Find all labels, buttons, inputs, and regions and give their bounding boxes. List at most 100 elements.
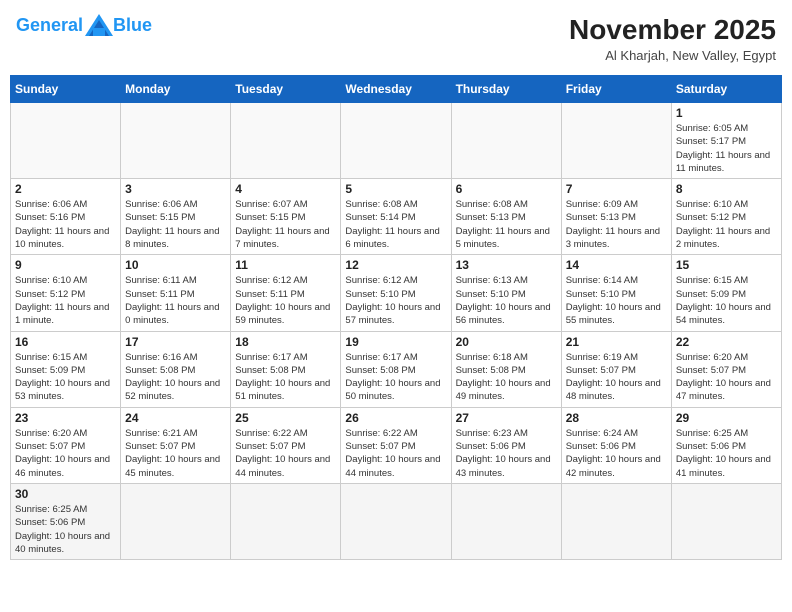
calendar-cell: 27Sunrise: 6:23 AMSunset: 5:06 PMDayligh… <box>451 407 561 483</box>
calendar-cell: 24 Sunrise: 6:21 AMSunset: 5:07 PMDayligh… <box>121 407 231 483</box>
calendar-cell: 3Sunrise: 6:06 AMSunset: 5:15 PMDaylight… <box>121 179 231 255</box>
calendar-cell: 9 Sunrise: 6:10 AMSunset: 5:12 PMDaylight… <box>11 255 121 331</box>
calendar-cell <box>121 483 231 559</box>
calendar-cell: 20Sunrise: 6:18 AMSunset: 5:08 PMDayligh… <box>451 331 561 407</box>
logo-text: General <box>16 15 83 36</box>
cell-date-number: 12 <box>345 258 446 272</box>
cell-date-number: 11 <box>235 258 336 272</box>
cell-info: Sunrise: 6:14 AMSunset: 5:10 PMDaylight:… <box>566 274 667 327</box>
cell-info: Sunrise: 6:08 AMSunset: 5:13 PMDaylight:… <box>456 198 557 251</box>
cell-date-number: 26 <box>345 411 446 425</box>
cell-date-number: 4 <box>235 182 336 196</box>
cell-info: Sunrise: 6:11 AMSunset: 5:11 PMDaylight:… <box>125 274 226 327</box>
cell-info: Sunrise: 6:13 AMSunset: 5:10 PMDaylight:… <box>456 274 557 327</box>
calendar-cell: 25 Sunrise: 6:22 AMSunset: 5:07 PMDayligh… <box>231 407 341 483</box>
calendar-cell <box>451 483 561 559</box>
day-header-wednesday: Wednesday <box>341 76 451 103</box>
cell-date-number: 10 <box>125 258 226 272</box>
calendar-cell: 7 Sunrise: 6:09 AMSunset: 5:13 PMDaylight… <box>561 179 671 255</box>
cell-info: Sunrise: 6:25 AMSunset: 5:06 PMDaylight:… <box>676 427 777 480</box>
cell-info: Sunrise: 6:19 AMSunset: 5:07 PMDaylight:… <box>566 351 667 404</box>
calendar-cell <box>561 483 671 559</box>
calendar-cell: 23Sunrise: 6:20 AMSunset: 5:07 PMDayligh… <box>11 407 121 483</box>
calendar-cell: 26 Sunrise: 6:22 AMSunset: 5:07 PMDayligh… <box>341 407 451 483</box>
page-header: General Blue November 2025 Al Kharjah, N… <box>10 10 782 67</box>
cell-date-number: 15 <box>676 258 777 272</box>
calendar-cell: 2 Sunrise: 6:06 AMSunset: 5:16 PMDaylight… <box>11 179 121 255</box>
day-header-tuesday: Tuesday <box>231 76 341 103</box>
cell-date-number: 21 <box>566 335 667 349</box>
cell-info: Sunrise: 6:05 AMSunset: 5:17 PMDaylight:… <box>676 122 777 175</box>
cell-date-number: 24 <box>125 411 226 425</box>
cell-date-number: 25 <box>235 411 336 425</box>
day-header-row: SundayMondayTuesdayWednesdayThursdayFrid… <box>11 76 782 103</box>
logo-icon <box>85 14 113 36</box>
calendar-cell <box>671 483 781 559</box>
cell-date-number: 1 <box>676 106 777 120</box>
cell-date-number: 5 <box>345 182 446 196</box>
day-header-thursday: Thursday <box>451 76 561 103</box>
cell-info: Sunrise: 6:08 AMSunset: 5:14 PMDaylight:… <box>345 198 446 251</box>
cell-info: Sunrise: 6:24 AMSunset: 5:06 PMDaylight:… <box>566 427 667 480</box>
calendar-cell: 28 Sunrise: 6:24 AMSunset: 5:06 PMDayligh… <box>561 407 671 483</box>
day-header-friday: Friday <box>561 76 671 103</box>
cell-info: Sunrise: 6:22 AMSunset: 5:07 PMDaylight:… <box>235 427 336 480</box>
cell-date-number: 17 <box>125 335 226 349</box>
cell-date-number: 9 <box>15 258 116 272</box>
cell-date-number: 6 <box>456 182 557 196</box>
calendar-subtitle: Al Kharjah, New Valley, Egypt <box>569 48 776 63</box>
calendar-title: November 2025 <box>569 14 776 46</box>
calendar-cell: 17 Sunrise: 6:16 AMSunset: 5:08 PMDayligh… <box>121 331 231 407</box>
calendar-cell: 18Sunrise: 6:17 AMSunset: 5:08 PMDayligh… <box>231 331 341 407</box>
calendar-cell: 16Sunrise: 6:15 AMSunset: 5:09 PMDayligh… <box>11 331 121 407</box>
calendar-cell: 8Sunrise: 6:10 AMSunset: 5:12 PMDaylight… <box>671 179 781 255</box>
week-row-2: 9 Sunrise: 6:10 AMSunset: 5:12 PMDaylight… <box>11 255 782 331</box>
calendar-cell: 15 Sunrise: 6:15 AMSunset: 5:09 PMDayligh… <box>671 255 781 331</box>
calendar-cell <box>231 103 341 179</box>
title-block: November 2025 Al Kharjah, New Valley, Eg… <box>569 14 776 63</box>
cell-info: Sunrise: 6:15 AMSunset: 5:09 PMDaylight:… <box>15 351 116 404</box>
cell-info: Sunrise: 6:10 AMSunset: 5:12 PMDaylight:… <box>15 274 116 327</box>
day-header-monday: Monday <box>121 76 231 103</box>
cell-info: Sunrise: 6:25 AMSunset: 5:06 PMDaylight:… <box>15 503 116 556</box>
calendar-cell: 30 Sunrise: 6:25 AMSunset: 5:06 PMDayligh… <box>11 483 121 559</box>
cell-date-number: 19 <box>345 335 446 349</box>
cell-info: Sunrise: 6:07 AMSunset: 5:15 PMDaylight:… <box>235 198 336 251</box>
cell-info: Sunrise: 6:06 AMSunset: 5:16 PMDaylight:… <box>15 198 116 251</box>
cell-date-number: 2 <box>15 182 116 196</box>
calendar-cell: 13Sunrise: 6:13 AMSunset: 5:10 PMDayligh… <box>451 255 561 331</box>
logo-blue-text: Blue <box>113 15 152 36</box>
cell-date-number: 14 <box>566 258 667 272</box>
cell-info: Sunrise: 6:22 AMSunset: 5:07 PMDaylight:… <box>345 427 446 480</box>
cell-date-number: 29 <box>676 411 777 425</box>
calendar-cell: 4 Sunrise: 6:07 AMSunset: 5:15 PMDaylight… <box>231 179 341 255</box>
calendar-cell <box>561 103 671 179</box>
calendar-cell <box>11 103 121 179</box>
cell-date-number: 23 <box>15 411 116 425</box>
calendar-cell: 14 Sunrise: 6:14 AMSunset: 5:10 PMDayligh… <box>561 255 671 331</box>
cell-info: Sunrise: 6:10 AMSunset: 5:12 PMDaylight:… <box>676 198 777 251</box>
cell-date-number: 3 <box>125 182 226 196</box>
calendar-cell: 21 Sunrise: 6:19 AMSunset: 5:07 PMDayligh… <box>561 331 671 407</box>
calendar-cell: 1 Sunrise: 6:05 AMSunset: 5:17 PMDaylight… <box>671 103 781 179</box>
calendar-cell: 10 Sunrise: 6:11 AMSunset: 5:11 PMDayligh… <box>121 255 231 331</box>
week-row-4: 23Sunrise: 6:20 AMSunset: 5:07 PMDayligh… <box>11 407 782 483</box>
week-row-3: 16Sunrise: 6:15 AMSunset: 5:09 PMDayligh… <box>11 331 782 407</box>
cell-info: Sunrise: 6:16 AMSunset: 5:08 PMDaylight:… <box>125 351 226 404</box>
calendar-cell: 12Sunrise: 6:12 AMSunset: 5:10 PMDayligh… <box>341 255 451 331</box>
calendar-table: SundayMondayTuesdayWednesdayThursdayFrid… <box>10 75 782 560</box>
cell-date-number: 30 <box>15 487 116 501</box>
day-header-saturday: Saturday <box>671 76 781 103</box>
calendar-cell: 22Sunrise: 6:20 AMSunset: 5:07 PMDayligh… <box>671 331 781 407</box>
cell-info: Sunrise: 6:20 AMSunset: 5:07 PMDaylight:… <box>676 351 777 404</box>
calendar-cell <box>341 483 451 559</box>
cell-date-number: 27 <box>456 411 557 425</box>
calendar-cell <box>451 103 561 179</box>
calendar-cell <box>231 483 341 559</box>
cell-date-number: 28 <box>566 411 667 425</box>
cell-info: Sunrise: 6:09 AMSunset: 5:13 PMDaylight:… <box>566 198 667 251</box>
cell-info: Sunrise: 6:15 AMSunset: 5:09 PMDaylight:… <box>676 274 777 327</box>
calendar-cell: 19Sunrise: 6:17 AMSunset: 5:08 PMDayligh… <box>341 331 451 407</box>
cell-date-number: 7 <box>566 182 667 196</box>
cell-info: Sunrise: 6:21 AMSunset: 5:07 PMDaylight:… <box>125 427 226 480</box>
